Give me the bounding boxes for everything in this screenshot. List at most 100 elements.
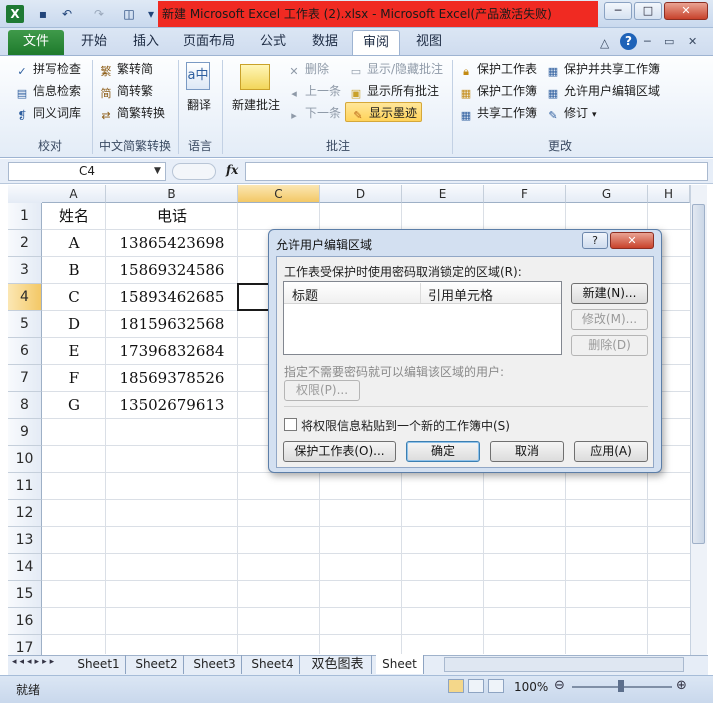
horizontal-scrollbar[interactable] xyxy=(444,657,684,672)
allow-edit-ranges-button[interactable]: ▦ 允许用户编辑区域 xyxy=(545,81,660,101)
doc-close-icon[interactable]: ✕ xyxy=(688,35,697,48)
protect-sheet-dialog-button[interactable]: 保护工作表(O)... xyxy=(283,441,396,462)
cell-phone[interactable]: 13865423698 xyxy=(106,230,238,257)
convert-button[interactable]: ⇄ 简繁转换 xyxy=(98,103,165,123)
tab-file[interactable]: 文件 xyxy=(8,30,64,55)
zoom-in-icon[interactable]: ⊕ xyxy=(676,678,687,693)
cell-header-name[interactable]: 姓名 xyxy=(42,203,106,230)
cell-phone[interactable]: 18569378526 xyxy=(106,365,238,392)
maximize-button[interactable]: □ xyxy=(634,2,662,20)
sheet-tab-2[interactable]: Sheet2 xyxy=(130,655,184,674)
tab-review[interactable]: 审阅 xyxy=(352,30,400,55)
row-header-16[interactable]: 16 xyxy=(8,608,42,635)
cell-phone[interactable]: 18159632568 xyxy=(106,311,238,338)
sheet-tab-6[interactable]: Sheet xyxy=(376,655,424,674)
page-break-view-icon[interactable] xyxy=(488,679,504,693)
column-header-f[interactable]: F xyxy=(484,185,566,203)
apply-button[interactable]: 应用(A) xyxy=(574,441,648,462)
row-header-4[interactable]: 4 xyxy=(8,284,42,311)
redo-icon[interactable]: ↷ xyxy=(90,5,108,23)
cell-name[interactable]: B xyxy=(42,257,106,284)
insert-function-button[interactable]: fx xyxy=(226,163,238,177)
permissions-button[interactable]: 权限(P)... xyxy=(284,380,360,401)
row-header-2[interactable]: 2 xyxy=(8,230,42,257)
doc-minimize-icon[interactable]: ─ xyxy=(644,35,651,48)
delete-range-button[interactable]: 删除(D) xyxy=(571,335,648,356)
column-header-h[interactable]: H xyxy=(648,185,690,203)
trad-to-simp-button[interactable]: 繁繁转简 xyxy=(98,59,154,79)
previous-comment-button[interactable]: ◂ 上一条 xyxy=(286,81,341,101)
protect-share-workbook-button[interactable]: ▦ 保护并共享工作簿 xyxy=(545,59,660,79)
cell-header-phone[interactable]: 电话 xyxy=(106,203,238,230)
row-header-6[interactable]: 6 xyxy=(8,338,42,365)
row-header-3[interactable]: 3 xyxy=(8,257,42,284)
row-header-14[interactable]: 14 xyxy=(8,554,42,581)
cancel-button[interactable]: 取消 xyxy=(490,441,564,462)
cell-name[interactable]: G xyxy=(42,392,106,419)
close-window-button[interactable]: ✕ xyxy=(664,2,708,20)
cell-name[interactable]: F xyxy=(42,365,106,392)
tab-page-layout[interactable]: 页面布局 xyxy=(176,30,242,55)
show-all-comments-button[interactable]: ▣ 显示所有批注 xyxy=(348,81,439,101)
name-box[interactable]: C4 xyxy=(8,162,166,181)
zoom-level[interactable]: 100% xyxy=(514,680,548,694)
tab-formulas[interactable]: 公式 xyxy=(250,30,296,55)
dialog-close-button[interactable]: ✕ xyxy=(610,232,654,249)
cell-phone[interactable]: 13502679613 xyxy=(106,392,238,419)
column-title[interactable]: 标题 xyxy=(292,285,318,304)
new-range-button[interactable]: 新建(N)... xyxy=(571,283,648,304)
translate-button[interactable]: 翻译 xyxy=(182,95,216,115)
row-header-10[interactable]: 10 xyxy=(8,446,42,473)
column-reference[interactable]: 引用单元格 xyxy=(428,285,493,304)
row-header-8[interactable]: 8 xyxy=(8,392,42,419)
name-box-dropdown-icon[interactable]: ▼ xyxy=(154,166,161,176)
tab-insert[interactable]: 插入 xyxy=(122,30,170,55)
research-button[interactable]: ▤ 信息检索 xyxy=(14,81,81,101)
row-header-12[interactable]: 12 xyxy=(8,500,42,527)
cell-name[interactable]: A xyxy=(42,230,106,257)
sheet-tab-3[interactable]: Sheet3 xyxy=(188,655,242,674)
cell-name[interactable]: E xyxy=(42,338,106,365)
cell-phone[interactable]: 17396832684 xyxy=(106,338,238,365)
row-header-1[interactable]: 1 xyxy=(8,203,42,230)
modify-range-button[interactable]: 修改(M)... xyxy=(571,309,648,330)
ribbon-collapse-icon[interactable]: △ xyxy=(600,36,609,50)
column-header-b[interactable]: B xyxy=(106,185,238,203)
help-icon[interactable]: ? xyxy=(620,33,637,50)
formula-input[interactable] xyxy=(245,162,708,181)
cell-name[interactable]: C xyxy=(42,284,106,311)
show-ink-button[interactable]: ✎ 显示墨迹 xyxy=(345,102,423,122)
zoom-slider-thumb[interactable] xyxy=(618,680,624,692)
undo-icon[interactable]: ↶ xyxy=(58,5,76,23)
zoom-out-icon[interactable]: ⊖ xyxy=(554,678,565,693)
doc-restore-icon[interactable]: ▭ xyxy=(664,35,674,48)
row-header-7[interactable]: 7 xyxy=(8,365,42,392)
simp-to-trad-button[interactable]: 简简转繁 xyxy=(98,81,154,101)
sheet-tab-5[interactable]: 双色图表 xyxy=(304,655,372,674)
protect-sheet-button[interactable]: 🔒︎ 保护工作表 xyxy=(458,59,537,79)
sheet-tab-1[interactable]: Sheet1 xyxy=(72,655,126,674)
print-preview-icon[interactable]: ◫ xyxy=(120,5,138,23)
cell-phone[interactable]: 15869324586 xyxy=(106,257,238,284)
sheet-tab-4[interactable]: Sheet4 xyxy=(246,655,300,674)
spell-check-button[interactable]: ✓ 拼写检查 xyxy=(14,59,81,79)
vertical-scroll-thumb[interactable] xyxy=(692,204,705,544)
cell-name[interactable]: D xyxy=(42,311,106,338)
row-header-15[interactable]: 15 xyxy=(8,581,42,608)
row-header-9[interactable]: 9 xyxy=(8,419,42,446)
tab-data[interactable]: 数据 xyxy=(302,30,348,55)
save-icon[interactable]: ▪ xyxy=(34,5,52,23)
delete-comment-button[interactable]: ✕ 删除 xyxy=(286,59,329,79)
dialog-help-button[interactable]: ? xyxy=(582,232,608,249)
page-layout-view-icon[interactable] xyxy=(468,679,484,693)
protect-workbook-button[interactable]: ▦ 保护工作簿 xyxy=(458,81,537,101)
row-header-5[interactable]: 5 xyxy=(8,311,42,338)
column-header-g[interactable]: G xyxy=(566,185,648,203)
next-comment-button[interactable]: ▸ 下一条 xyxy=(286,103,341,123)
column-header-e[interactable]: E xyxy=(402,185,484,203)
thesaurus-button[interactable]: ❡ 同义词库 xyxy=(14,103,81,123)
row-header-11[interactable]: 11 xyxy=(8,473,42,500)
track-changes-button[interactable]: ✎ 修订 ▾ xyxy=(545,103,596,123)
tab-home[interactable]: 开始 xyxy=(70,30,118,55)
cell-phone[interactable]: 15893462685 xyxy=(106,284,238,311)
